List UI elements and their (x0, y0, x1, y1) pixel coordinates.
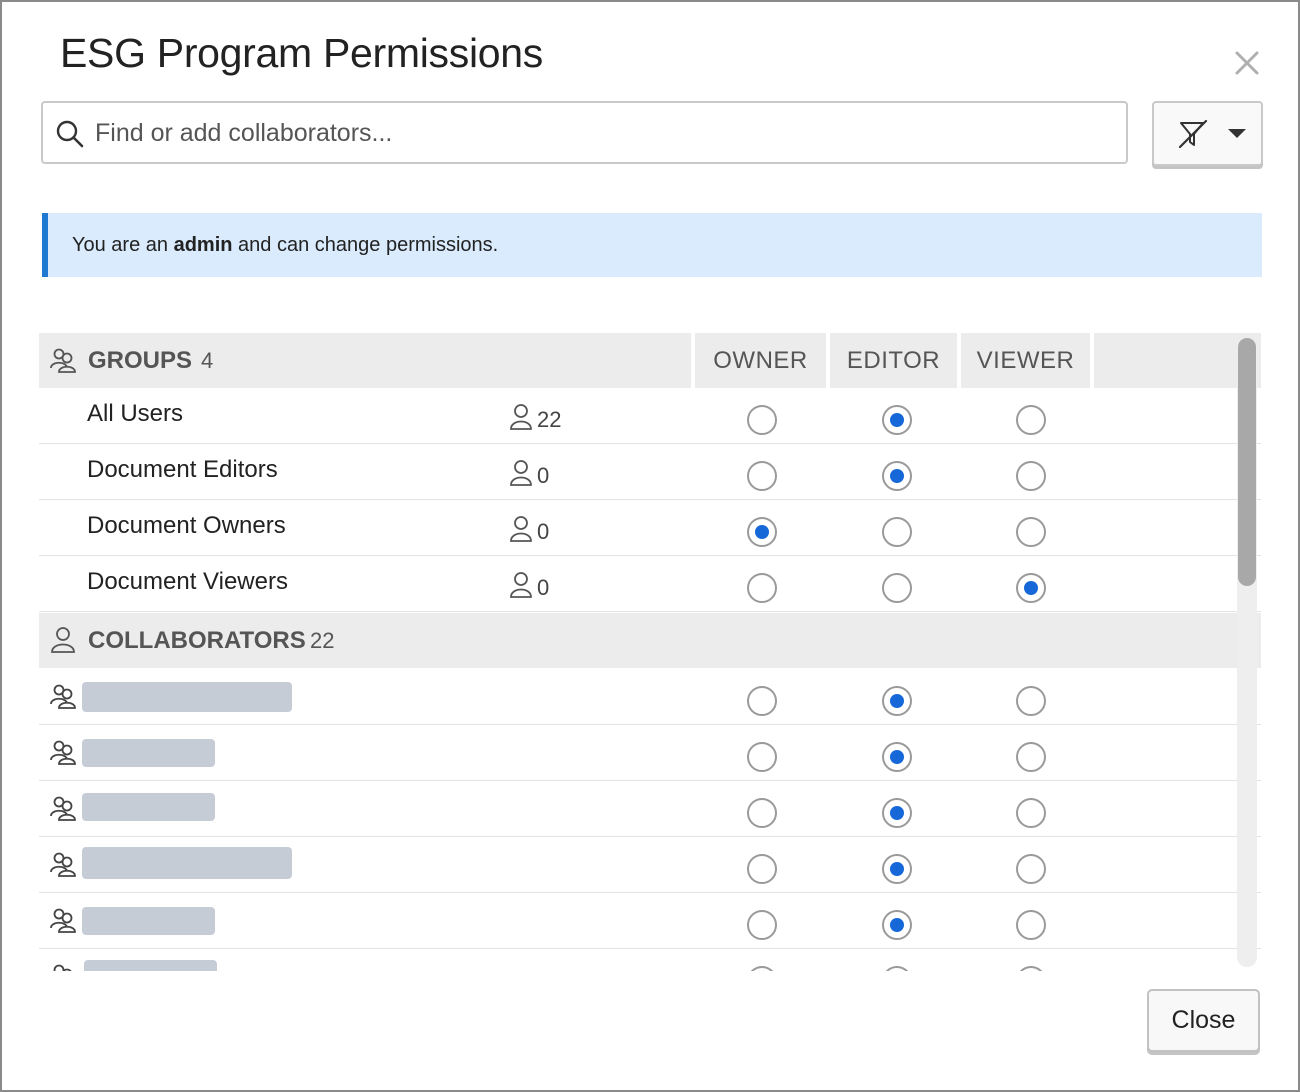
close-icon[interactable] (1228, 44, 1266, 82)
radio-owner[interactable] (747, 966, 777, 971)
radio-editor[interactable] (882, 966, 912, 971)
radio-owner[interactable] (747, 798, 777, 828)
collaborators-section-header: COLLABORATORS 22 (39, 613, 1261, 668)
radio-owner[interactable] (747, 405, 777, 435)
filter-dropdown-button[interactable] (1152, 101, 1263, 166)
radio-editor[interactable] (882, 742, 912, 772)
admin-info-banner: You are an admin and can change permissi… (42, 213, 1262, 277)
collaborators-label: COLLABORATORS (88, 627, 306, 654)
group-name: All Users (87, 400, 184, 427)
banner-role: admin (173, 234, 233, 256)
column-spacer (1090, 333, 1261, 388)
caret-down-icon (1228, 129, 1246, 138)
dialog-title: ESG Program Permissions (60, 30, 543, 76)
radio-viewer[interactable] (1016, 854, 1046, 884)
groups-count: 4 (201, 348, 214, 373)
group-icon (49, 794, 77, 822)
member-count: 0 (537, 575, 550, 600)
radio-owner[interactable] (747, 854, 777, 884)
radio-editor[interactable] (882, 573, 912, 603)
group-row: Document Owners 0 (39, 500, 1261, 556)
radio-editor[interactable] (882, 517, 912, 547)
column-editor: EDITOR (826, 333, 957, 388)
radio-editor[interactable] (882, 686, 912, 716)
radio-editor[interactable] (882, 798, 912, 828)
radio-owner[interactable] (747, 573, 777, 603)
close-button[interactable]: Close (1147, 989, 1260, 1052)
redacted-name (82, 793, 215, 821)
group-name: Document Viewers (87, 568, 288, 595)
member-icon (509, 515, 535, 543)
collaborator-row (39, 949, 1261, 971)
radio-editor[interactable] (882, 910, 912, 940)
radio-viewer[interactable] (1016, 798, 1046, 828)
radio-viewer[interactable] (1016, 405, 1046, 435)
radio-viewer[interactable] (1016, 461, 1046, 491)
radio-viewer[interactable] (1016, 910, 1046, 940)
group-name: Document Editors (87, 456, 278, 483)
redacted-name (82, 907, 215, 935)
column-viewer: VIEWER (957, 333, 1090, 388)
radio-owner[interactable] (747, 517, 777, 547)
search-input[interactable] (95, 111, 1105, 155)
radio-owner[interactable] (747, 686, 777, 716)
radio-owner[interactable] (747, 742, 777, 772)
radio-viewer[interactable] (1016, 742, 1046, 772)
member-icon (509, 459, 535, 487)
member-icon (509, 403, 535, 431)
radio-viewer[interactable] (1016, 966, 1046, 971)
group-row: All Users 22 (39, 388, 1261, 444)
redacted-name (82, 682, 292, 712)
scrollbar-thumb[interactable] (1238, 338, 1256, 586)
group-row: Document Viewers 0 (39, 556, 1261, 612)
radio-owner[interactable] (747, 461, 777, 491)
member-count: 0 (537, 519, 550, 544)
group-icon (49, 850, 77, 878)
radio-viewer[interactable] (1016, 573, 1046, 603)
filter-off-icon (1176, 117, 1210, 151)
group-icon (49, 682, 77, 710)
collaborator-row (39, 837, 1261, 893)
member-icon (509, 571, 535, 599)
radio-editor[interactable] (882, 854, 912, 884)
user-icon (49, 626, 77, 654)
group-name: Document Owners (87, 512, 286, 539)
group-icon (49, 738, 77, 766)
column-owner: OWNER (691, 333, 826, 388)
member-count: 0 (537, 463, 550, 488)
collaborator-row (39, 781, 1261, 837)
redacted-name (84, 960, 217, 971)
permissions-table: GROUPS 4 OWNER EDITOR VIEWER All Users 2… (39, 333, 1261, 971)
radio-editor[interactable] (882, 405, 912, 435)
search-box[interactable] (41, 101, 1128, 164)
search-icon (55, 119, 85, 149)
radio-owner[interactable] (747, 910, 777, 940)
redacted-name (82, 847, 292, 879)
collaborator-row (39, 669, 1261, 725)
groups-label: GROUPS (88, 347, 193, 374)
member-count: 22 (537, 407, 562, 432)
group-icon (49, 346, 77, 374)
banner-text: You are an admin and can change permissi… (72, 234, 499, 256)
collaborator-row (39, 893, 1261, 949)
group-icon (49, 906, 77, 934)
redacted-name (82, 739, 215, 767)
group-icon (49, 962, 77, 971)
group-row: Document Editors 0 (39, 444, 1261, 500)
radio-editor[interactable] (882, 461, 912, 491)
collaborator-row (39, 725, 1261, 781)
radio-viewer[interactable] (1016, 686, 1046, 716)
collaborators-count: 22 (310, 628, 335, 653)
radio-viewer[interactable] (1016, 517, 1046, 547)
